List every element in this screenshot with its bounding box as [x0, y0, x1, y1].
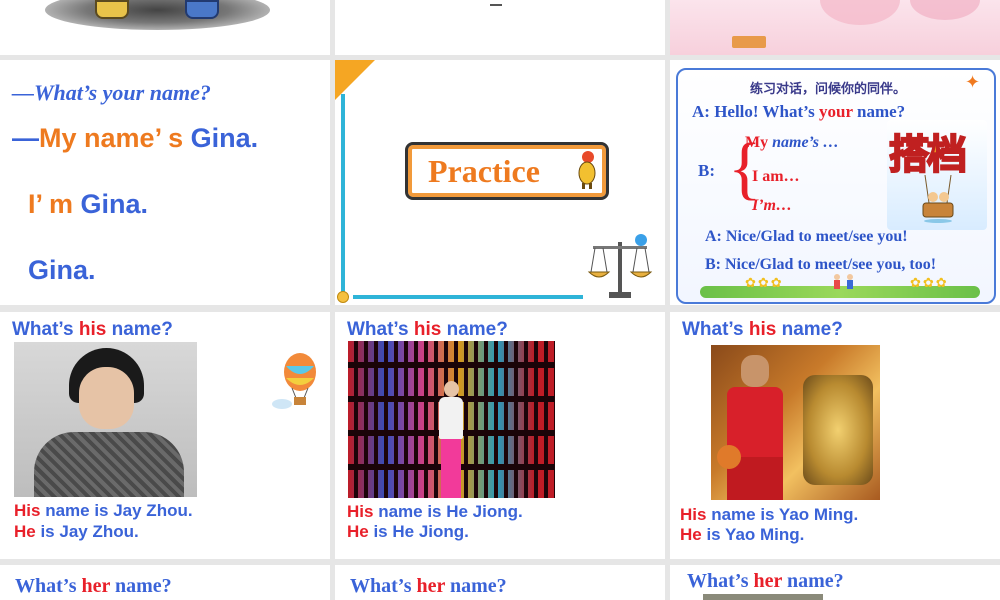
cartoon-shoe-left — [95, 0, 129, 19]
slide-his-name-2[interactable]: What’s his name? His name is He Jiong. H… — [335, 312, 665, 559]
option-2: I am… — [752, 168, 800, 185]
horizontal-line — [353, 295, 583, 299]
photo-face — [79, 367, 134, 429]
answer-line-1: —My name’ s Gina. — [12, 123, 259, 153]
photo-armor-figure — [803, 375, 873, 485]
text-fragment — [490, 0, 502, 6]
dialog-line-b2: B: Nice/Glad to meet/see you, too! — [705, 256, 937, 273]
answer-line-3: Gina. — [28, 255, 96, 285]
slide-whats-your-name[interactable]: —What’s your name? —My name’ s Gina. I’ … — [0, 60, 330, 305]
slide-her-name-2[interactable]: What’s her name? — [335, 565, 665, 600]
dot-icon — [337, 291, 349, 303]
question-title: What’s her name? — [15, 575, 172, 597]
answer-line-2: He is He Jiong. — [347, 522, 469, 541]
answer-line-1: His name is Yao Ming. — [680, 505, 859, 524]
option-1: My name’s … — [745, 134, 839, 151]
slide-her-name-1[interactable]: What’s her name? — [0, 565, 330, 600]
balloon-basket-icon — [917, 174, 959, 223]
practice-banner: Practice — [405, 142, 609, 200]
dialog-line-a2: A: Nice/Glad to meet/see you! — [705, 228, 908, 245]
answer-line-2: He is Jay Zhou. — [14, 522, 139, 541]
slide-dialogue[interactable]: ✦ 练习对话，问候你的同伴。 A: Hello! What’s your nam… — [670, 60, 1000, 305]
balance-scale-icon — [585, 232, 655, 300]
photo-jay-zhou — [14, 342, 197, 497]
badge-text: 搭档 — [888, 132, 968, 178]
slide-top-left[interactable] — [0, 0, 330, 55]
bench-icon — [732, 36, 766, 48]
question-title: What’s his name? — [12, 319, 173, 340]
tree-blossom — [820, 0, 900, 25]
answer-line-2: I’ m Gina. — [28, 189, 149, 219]
slide-her-name-3[interactable]: What’s her name? — [670, 565, 1000, 600]
instruction-text: 练习对话，问候你的同伴。 — [750, 81, 907, 96]
shadow-ellipse — [45, 0, 270, 30]
star-icon: ✦ — [965, 72, 981, 92]
photo-he-jiong — [348, 341, 555, 498]
slide-his-name-3[interactable]: What’s his name? His name is Yao Ming. H… — [670, 312, 1000, 559]
flower-icons: ✿✿✿ — [745, 275, 784, 290]
partner-badge: 搭档 — [887, 120, 987, 230]
tree-blossom-2 — [910, 0, 980, 20]
slide-his-name-1[interactable]: What’s his name? His name is Jay Zhou. H… — [0, 312, 330, 559]
question-title: What’s his name? — [347, 319, 508, 340]
dialog-b-label: B: — [698, 161, 715, 180]
practice-title: Practice — [428, 153, 540, 189]
question-title: What’s his name? — [682, 319, 843, 340]
photo-body — [34, 432, 184, 497]
vertical-line — [341, 94, 345, 294]
cartoon-rooster-icon — [576, 149, 598, 189]
dialog-line-a1: A: Hello! What’s your name? — [692, 102, 906, 121]
option-3: I’m… — [752, 197, 792, 214]
answer-line-1: His name is Jay Zhou. — [14, 501, 193, 520]
hot-air-balloon-icon — [272, 352, 327, 412]
cartoon-shoe-right — [185, 0, 219, 19]
answer-line-1: His name is He Jiong. — [347, 502, 523, 521]
photo-person — [436, 381, 466, 498]
question-title: What’s her name? — [350, 575, 507, 597]
photo-yao-ming — [711, 345, 880, 500]
question-line: —What’s your name? — [12, 80, 211, 105]
slide-top-middle[interactable] — [335, 0, 665, 55]
question-title: What’s her name? — [687, 570, 844, 592]
photo-player — [717, 355, 789, 500]
slide-top-right[interactable] — [670, 0, 1000, 55]
answer-line-2: He is Yao Ming. — [680, 525, 805, 544]
photo-partial — [703, 594, 823, 600]
flower-icons-2: ✿✿✿ — [910, 275, 949, 290]
slide-practice[interactable]: Practice — [335, 60, 665, 305]
kids-icon — [830, 273, 858, 291]
